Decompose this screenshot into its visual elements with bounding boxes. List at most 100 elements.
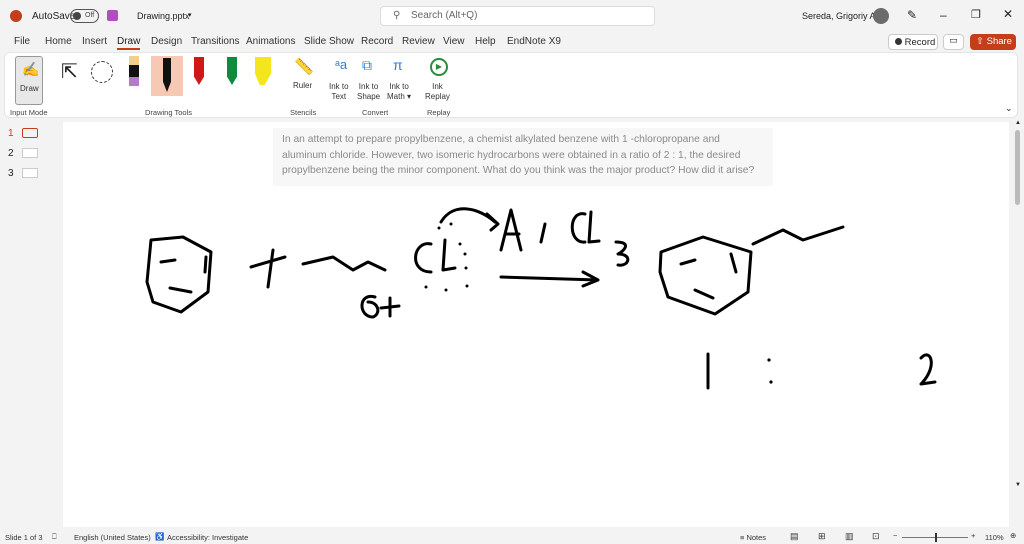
ink-to-math-button[interactable]: Ink to Math ▾ [387,82,411,102]
ink-replay-icon: ▶ [430,58,448,76]
group-replay: Replay [427,108,451,117]
lone-pair-dots [424,222,773,384]
draw-label: Draw [20,84,39,93]
record-label: Record [904,37,936,48]
delta-plus-ink [360,294,401,319]
record-icon [895,38,902,45]
pen-black[interactable] [151,56,183,96]
powerpoint-logo-icon [10,10,22,22]
autosave-label: AutoSave [32,11,76,22]
ratio-2-ink [919,353,937,386]
reading-view-icon[interactable]: ▥ [845,531,854,542]
notes-button[interactable]: ≡ Notes [740,533,766,542]
search-placeholder: Search (Alt+Q) [411,10,478,21]
comments-button[interactable]: ▭ [943,34,964,50]
plus-sign-ink [249,248,287,289]
select-cursor-icon[interactable]: ⇱ [61,59,78,84]
accessibility-icon: ♿ [155,532,165,541]
tab-endnote[interactable]: EndNote X9 [507,36,561,47]
record-button[interactable]: Record [888,34,938,50]
benzene-ring-ink [145,235,213,314]
ink-drawing [145,207,937,390]
arrow-curved-ink [439,207,500,232]
slide-sorter-icon[interactable]: ⊞ [818,531,826,542]
chevron-down-icon[interactable]: ▾ [188,11,192,19]
collapse-ribbon-icon[interactable]: ⌄ [1005,103,1013,114]
group-convert: Convert [362,108,389,117]
group-input-mode: Input Mode [10,108,48,117]
reaction-arrow-ink [499,270,600,288]
restore-icon[interactable]: ❐ [971,8,981,21]
ruler-button[interactable]: Ruler [293,81,312,91]
save-icon[interactable] [107,10,118,21]
thumbnail-2[interactable]: 2 [8,148,38,159]
thumbnail-1[interactable]: 1 [8,128,38,139]
tab-record[interactable]: Record [361,36,393,47]
zoom-slider-thumb[interactable] [935,533,937,542]
autosave-toggle[interactable]: Off [70,9,99,23]
tab-draw[interactable]: Draw [117,36,141,50]
eraser-icon[interactable] [129,56,139,86]
ink-to-shape-icon: ⧉ [362,57,372,73]
close-icon[interactable]: ✕ [1003,7,1013,21]
group-drawing-tools: Drawing Tools [145,108,192,117]
accessibility-status[interactable]: Accessibility: Investigate [167,533,248,542]
tab-design[interactable]: Design [151,36,182,47]
scroll-down-icon[interactable]: ▼ [1015,482,1021,488]
black-pen-icon [163,58,171,92]
language-status[interactable]: English (United States) [74,533,151,542]
highlighter-icon[interactable] [255,57,271,85]
minimize-icon[interactable]: – [940,8,947,22]
search-input[interactable]: ⚲ Search (Alt+Q) [380,6,655,26]
zoom-level[interactable]: 110% [985,533,1004,542]
fit-slide-icon[interactable]: ⊕ [1010,531,1016,540]
vertical-scrollbar[interactable]: ▲ ▼ [1012,120,1024,525]
spelling-icon[interactable]: ⎕ [52,532,57,542]
tab-animations[interactable]: Animations [246,36,295,47]
menu-tabs: File Home Insert Draw Design Transitions… [0,34,1024,52]
tab-insert[interactable]: Insert [82,36,107,47]
slideshow-icon[interactable]: ⊡ [872,531,880,542]
ink-to-text-icon: ᵃa [335,57,348,72]
tab-home[interactable]: Home [45,36,72,47]
normal-view-icon[interactable]: ▤ [790,531,799,542]
share-button[interactable]: ⇧ Share [970,34,1016,50]
thumbnail-3[interactable]: 3 [8,168,38,179]
draw-mode-button[interactable]: ✍ Draw [15,56,43,105]
ruler-icon[interactable]: 📏 [294,57,314,77]
tab-view[interactable]: View [443,36,465,47]
status-bar: Slide 1 of 3 ⎕ English (United States) ♿… [0,528,1024,544]
user-name: Sereda, Grigoriy A [802,11,876,21]
tab-slide-show[interactable]: Slide Show [304,36,354,47]
title-bar: AutoSave Off Drawing.pptx ▾ ⚲ Search (Alt… [0,0,1024,32]
scroll-up-icon[interactable]: ▲ [1015,120,1021,126]
alcl3-ink [499,208,630,267]
green-pen-icon[interactable] [227,57,237,85]
slide-counter: Slide 1 of 3 [5,533,43,542]
product-benzene-ink [658,225,845,316]
ink-to-math-icon: π [393,57,403,73]
tab-transitions[interactable]: Transitions [191,36,240,47]
propyl-chain-ink [301,255,387,272]
pen-icon[interactable]: ✎ [907,8,917,22]
lasso-select-icon[interactable] [91,61,113,83]
ink-replay-button[interactable]: Ink Replay [425,82,450,102]
toggle-state: Off [85,12,95,19]
tab-help[interactable]: Help [475,36,496,47]
ink-to-shape-button[interactable]: Ink to Shape [357,82,380,102]
zoom-slider[interactable] [902,533,968,542]
tab-review[interactable]: Review [402,36,435,47]
scroll-thumb[interactable] [1015,130,1020,205]
ribbon-draw: ✍ Draw Input Mode ⇱ Drawing Tools 📏 Rule… [4,52,1018,118]
group-stencils: Stencils [290,108,317,117]
search-icon: ⚲ [393,10,401,21]
slide-canvas[interactable]: In an attempt to prepare propylbenzene, … [63,122,1009,527]
filename[interactable]: Drawing.pptx [137,11,190,21]
zoom-out-button[interactable]: − [893,531,897,540]
ink-to-text-button[interactable]: Ink to Text [329,82,349,102]
share-label: Share [986,36,1012,47]
red-pen-icon[interactable] [194,57,204,85]
zoom-in-button[interactable]: + [971,531,975,540]
avatar[interactable] [873,8,889,24]
tab-file[interactable]: File [14,36,30,47]
